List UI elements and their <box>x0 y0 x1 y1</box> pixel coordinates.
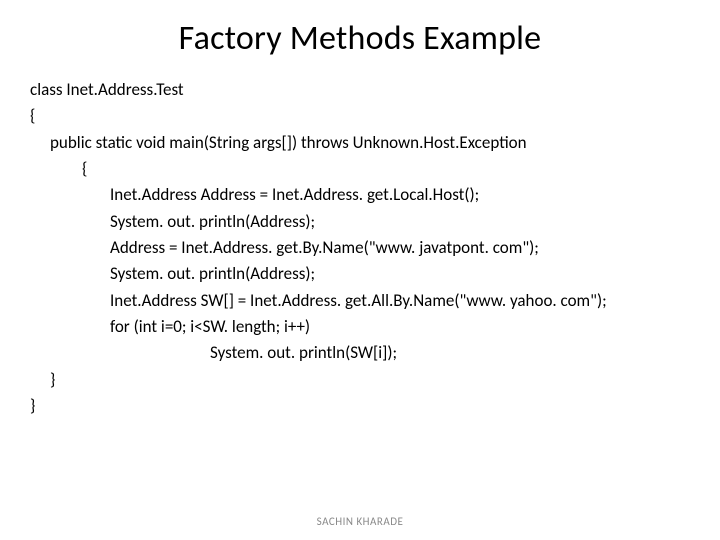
code-line: System. out. println(Address); <box>110 209 690 235</box>
code-line: Inet.Address SW[] = Inet.Address. get.Al… <box>110 288 690 314</box>
code-line: System. out. println(SW[i]); <box>210 340 690 366</box>
code-block: class Inet.Address.Test { public static … <box>30 77 690 419</box>
slide: Factory Methods Example class Inet.Addre… <box>0 0 720 540</box>
slide-title: Factory Methods Example <box>30 18 690 59</box>
code-line: Address = Inet.Address. get.By.Name("www… <box>110 235 690 261</box>
code-line: for (int i=0; i<SW. length; i++) <box>110 314 690 340</box>
code-line: System. out. println(Address); <box>110 261 690 287</box>
code-line: { <box>30 103 690 129</box>
code-line: Inet.Address Address = Inet.Address. get… <box>110 182 690 208</box>
code-line: { <box>82 156 690 182</box>
code-line: class Inet.Address.Test <box>30 77 690 103</box>
code-line: } <box>50 367 690 393</box>
code-line: } <box>30 393 690 419</box>
footer-author: SACHIN KHARADE <box>0 515 720 528</box>
code-line: public static void main(String args[]) t… <box>50 130 690 156</box>
